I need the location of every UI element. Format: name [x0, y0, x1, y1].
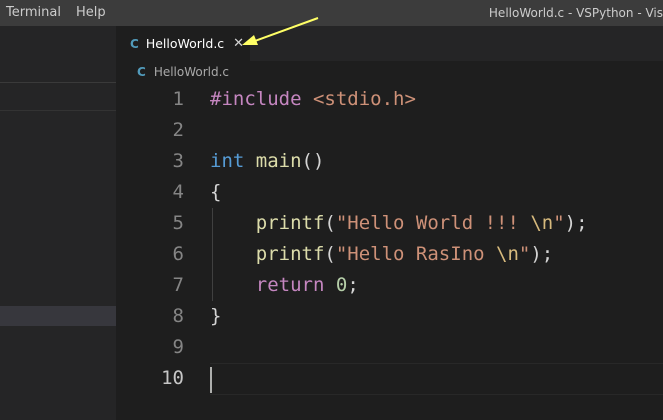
c-language-icon: C [130, 36, 139, 51]
line-number: 1 [172, 88, 184, 110]
sidebar-header [0, 26, 116, 83]
text-cursor [210, 367, 212, 393]
code-text: int main() [210, 146, 324, 177]
code-token: ; [347, 274, 359, 296]
title-bar: Terminal Help HelloWorld.c - VSPython - … [0, 0, 663, 26]
code-token: { [210, 181, 222, 203]
code-token: () [301, 150, 325, 172]
code-line[interactable]: 2 [116, 115, 663, 146]
code-line[interactable]: 10 [116, 363, 663, 394]
code-token: ( [324, 243, 336, 265]
line-number: 3 [172, 150, 184, 172]
code-token: printf [255, 243, 325, 265]
code-token: \n [496, 243, 519, 265]
code-line[interactable]: 9 [116, 332, 663, 363]
code-token: ); [564, 212, 588, 234]
code-text: #include <stdio.h> [210, 84, 416, 115]
code-token: int [210, 150, 245, 172]
menu-help[interactable]: Help [69, 0, 114, 26]
code-token: printf [255, 212, 325, 234]
code-token: " [518, 243, 531, 265]
code-editor[interactable]: 1 #include <stdio.h> 2 3 int main() 4{5 print… [116, 84, 663, 420]
code-token: 0 [335, 274, 348, 296]
sidebar-selected-item[interactable] [0, 306, 116, 326]
code-line[interactable]: 7 return 0; [116, 270, 663, 301]
line-number: 6 [172, 243, 184, 265]
code-token: ( [324, 212, 336, 234]
line-number: 2 [172, 119, 184, 141]
menu-terminal[interactable]: Terminal [0, 0, 69, 26]
code-line[interactable]: 6 printf("Hello RasIno \n"); [116, 239, 663, 270]
code-text: } [210, 301, 221, 332]
code-token: " [553, 212, 565, 234]
code-line[interactable]: 1 #include <stdio.h> [116, 84, 663, 115]
code-token: main [255, 150, 302, 172]
tab-bar: C HelloWorld.c ✕ [116, 26, 663, 61]
code-line[interactable]: 5 printf("Hello World !!! \n"); [116, 208, 663, 239]
code-token: #include [210, 88, 302, 110]
code-token: } [210, 305, 222, 327]
c-language-icon: C [137, 65, 146, 79]
sidebar [0, 26, 116, 420]
window-title: HelloWorld.c - VSPython - Vis [488, 6, 663, 20]
code-token: return [255, 274, 325, 296]
code-token: ); [530, 243, 554, 265]
code-text: { [210, 177, 221, 208]
menu-bar: Terminal Help [0, 0, 114, 26]
code-line[interactable]: 4{ [116, 177, 663, 208]
annotation-arrow-shaft [251, 17, 319, 43]
line-number: 5 [172, 212, 184, 234]
code-text: printf("Hello World !!! \n"); [210, 208, 588, 239]
breadcrumb: C HelloWorld.c [116, 61, 663, 83]
line-number: 4 [172, 181, 184, 203]
line-number: 8 [172, 305, 184, 327]
breadcrumb-file[interactable]: HelloWorld.c [154, 65, 229, 79]
code-token: "Hello RasIno [335, 243, 497, 265]
code-token: \n [530, 212, 554, 234]
tab-label: HelloWorld.c [145, 36, 225, 51]
annotation-arrow-icon [242, 17, 319, 45]
code-text: return 0; [210, 270, 359, 301]
tab-helloworld-c[interactable]: C HelloWorld.c ✕ [116, 26, 250, 61]
code-token: "Hello World !!! [335, 212, 531, 234]
annotation-arrow-head [242, 35, 258, 45]
sidebar-divider [0, 110, 116, 111]
code-text: printf("Hello RasIno \n"); [210, 239, 553, 270]
code-token: <stdio.h> [312, 88, 416, 110]
line-number: 9 [172, 336, 184, 358]
line-number: 7 [172, 274, 184, 296]
code-line[interactable]: 8} [116, 301, 663, 332]
code-line[interactable]: 3 int main() [116, 146, 663, 177]
line-number: 10 [161, 367, 184, 389]
